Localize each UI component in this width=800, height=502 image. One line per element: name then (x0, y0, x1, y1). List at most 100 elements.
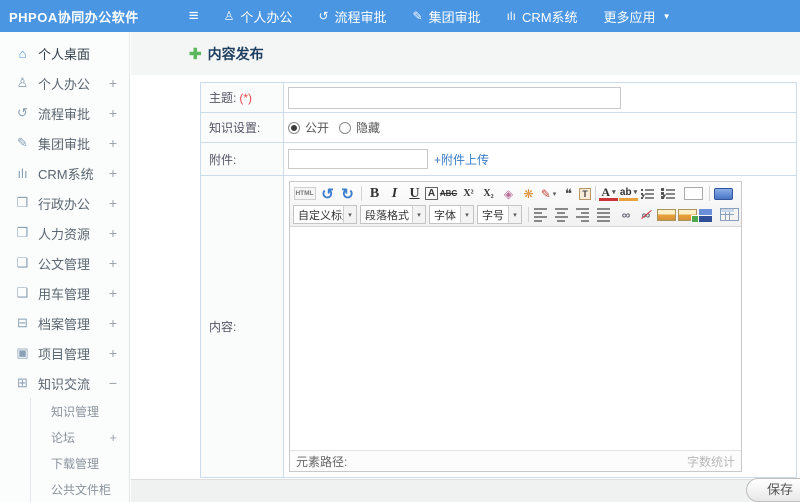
sidebar-subitem-public-file-cabinet[interactable]: 公共文件柜 (31, 476, 129, 502)
align-right-icon[interactable] (575, 207, 594, 222)
ordered-list-icon[interactable]: ▾ (639, 186, 659, 201)
sidebar-item-human-resources[interactable]: ❐ 人力资源 + (0, 218, 129, 248)
heading-select[interactable]: 自定义标题▾ (293, 205, 357, 224)
sidebar-subitem-knowledge-management[interactable]: 知识管理 (31, 398, 129, 424)
table-icon[interactable] (720, 208, 739, 221)
sidebar-item-knowledge-exchange[interactable]: ⊞ 知识交流 − (0, 368, 129, 398)
save-button[interactable]: 保存 (745, 478, 800, 502)
align-center-icon[interactable] (554, 207, 573, 222)
sidebar-item-project-management[interactable]: ▣ 项目管理 + (0, 338, 129, 368)
paragraph-format-select[interactable]: 段落格式 ▾ (360, 205, 426, 224)
collapse-icon[interactable]: − (109, 375, 117, 391)
sidebar-subitem-forum[interactable]: 论坛 + (31, 424, 129, 450)
radio-hidden[interactable] (339, 121, 352, 134)
sidebar-item-admin-office[interactable]: ❒ 行政办公 + (0, 188, 129, 218)
sidebar-item-label: 流程审批 (38, 106, 91, 122)
sidebar-item-personal-office[interactable]: ♙ 个人办公 + (0, 68, 129, 98)
expand-icon[interactable]: + (109, 345, 117, 361)
html-source-icon[interactable]: HTML (293, 187, 316, 200)
editor-content-area[interactable] (290, 227, 741, 450)
sidebar-subitem-label: 下载管理 (51, 456, 100, 471)
align-justify-icon[interactable] (596, 207, 615, 222)
hamburger-menu-icon[interactable]: ≡ (189, 0, 199, 32)
subject-input[interactable] (288, 86, 621, 109)
sidebar-subitem-label: 知识管理 (51, 404, 100, 419)
bordered-text-icon[interactable]: A (425, 187, 438, 200)
expand-icon[interactable]: + (109, 75, 117, 91)
sidebar-item-label: 公文管理 (38, 256, 91, 272)
expand-icon[interactable]: + (109, 135, 117, 151)
process-icon: ↺ (318, 9, 329, 23)
sidebar: ⌂ 个人桌面 ♙ 个人办公 + ↺ 流程审批 + ✎ 集团审批 + ılı CRM系统 + ❒ 行政办公 + ❐ 人… (0, 32, 130, 502)
highlight-color-icon[interactable]: ab ▾ (619, 186, 638, 201)
format-painter-icon[interactable]: ✎ ▾ (539, 184, 558, 203)
strikethrough-icon[interactable]: ABC (439, 184, 458, 203)
expand-icon[interactable]: + (109, 225, 117, 241)
radio-public[interactable] (288, 121, 300, 134)
font-family-select[interactable]: 字体 ▾ (429, 205, 474, 224)
sidebar-item-personal-desktop[interactable]: ⌂ 个人桌面 (0, 38, 129, 68)
select-value: 段落格式 (365, 209, 409, 222)
topbar-item-label: CRM系统 (521, 9, 578, 25)
dropdown-arrow-icon: ▾ (612, 188, 616, 196)
sidebar-item-workflow-approval[interactable]: ↺ 流程审批 + (0, 98, 129, 128)
attachment-upload-link[interactable]: +附件上传 (434, 151, 489, 168)
sidebar-item-vehicle-management[interactable]: ❑ 用车管理 + (0, 278, 129, 308)
topbar-item-crm-system[interactable]: ılı CRM系统 (494, 0, 591, 32)
knowledge-setting-label: 知识设置: (201, 113, 284, 142)
unordered-list-icon[interactable]: ▾ (660, 186, 680, 201)
expand-icon[interactable]: + (109, 105, 117, 121)
content-label: 内容: (201, 176, 284, 477)
expand-icon[interactable]: + (109, 255, 117, 271)
sidebar-item-label: 集团审批 (38, 136, 91, 152)
sidebar-item-group-approval[interactable]: ✎ 集团审批 + (0, 128, 129, 158)
required-mark: (*) (239, 90, 253, 105)
font-size-select[interactable]: 字号 ▾ (477, 205, 522, 224)
topbar-item-group-approval[interactable]: ✎ 集团审批 (400, 0, 494, 32)
expand-icon[interactable]: + (109, 195, 117, 211)
app-title: PHPOA协同办公软件 (9, 9, 139, 25)
expand-icon[interactable]: + (109, 285, 117, 301)
sidebar-item-crm-system[interactable]: ılı CRM系统 + (0, 158, 129, 188)
paste-text-icon[interactable]: T (579, 187, 591, 200)
link-icon[interactable]: ∞ (617, 205, 636, 224)
eraser-icon[interactable]: ◈ (499, 184, 518, 203)
content-form: 主题: (*) 知识设置: 公开 隐藏 附件: +附件上传 内容: HTML ↺… (200, 82, 797, 478)
topbar-item-more-apps[interactable]: 更多应用 ▼ (591, 0, 684, 32)
image-icon[interactable] (657, 208, 676, 221)
underline-icon[interactable]: U (405, 184, 424, 203)
briefcase-icon: ❒ (16, 195, 29, 210)
subject-field (284, 83, 796, 112)
redo-icon[interactable]: ↻ (338, 184, 357, 203)
element-path-label: 元素路径: (296, 454, 348, 469)
blockquote-icon[interactable]: ❝ (559, 184, 578, 203)
align-left-icon[interactable] (533, 207, 552, 222)
expand-icon[interactable]: + (109, 165, 117, 181)
font-color-icon[interactable]: A ▾ (599, 185, 618, 201)
expand-icon[interactable]: + (109, 430, 117, 445)
radio-hidden-label[interactable]: 隐藏 (356, 119, 380, 136)
clean-format-icon[interactable]: ❋ (519, 184, 538, 203)
unlink-icon[interactable]: ∞ (637, 205, 656, 224)
fullscreen-icon[interactable] (713, 188, 733, 200)
undo-icon[interactable]: ↺ (318, 184, 337, 203)
toolbar-row1: HTML ↺ ↻ B I U A ABC X² X₂ ◈ ❋ ✎ ▾ ❝ T A ▾ ab ▾ ▾ ▾ (293, 183, 738, 204)
edit-icon: ✎ (412, 9, 423, 23)
toolbar-row2: 自定义标题▾段落格式▾字体▾字号▾ ∞∞ (293, 204, 739, 225)
topbar-item-personal-office[interactable]: ♙ 个人办公 (211, 0, 306, 32)
attachment-input[interactable] (288, 149, 428, 169)
topbar-item-workflow-approval[interactable]: ↺ 流程审批 (305, 0, 399, 32)
user-icon: ♙ (223, 9, 235, 23)
subscript-icon[interactable]: X₂ (479, 184, 498, 203)
sidebar-item-document-management[interactable]: ❏ 公文管理 + (0, 248, 129, 278)
superscript-icon[interactable]: X² (459, 184, 478, 203)
insert-image-icon[interactable] (678, 208, 699, 223)
sidebar-item-archive-management[interactable]: ⊟ 档案管理 + (0, 308, 129, 338)
bold-icon[interactable]: B (365, 184, 384, 203)
radio-public-label[interactable]: 公开 (305, 119, 329, 136)
expand-icon[interactable]: + (109, 315, 117, 331)
new-page-icon[interactable] (683, 187, 703, 200)
media-icon[interactable] (699, 207, 718, 222)
italic-icon[interactable]: I (385, 184, 404, 203)
sidebar-subitem-download-management[interactable]: 下载管理 (31, 450, 129, 476)
